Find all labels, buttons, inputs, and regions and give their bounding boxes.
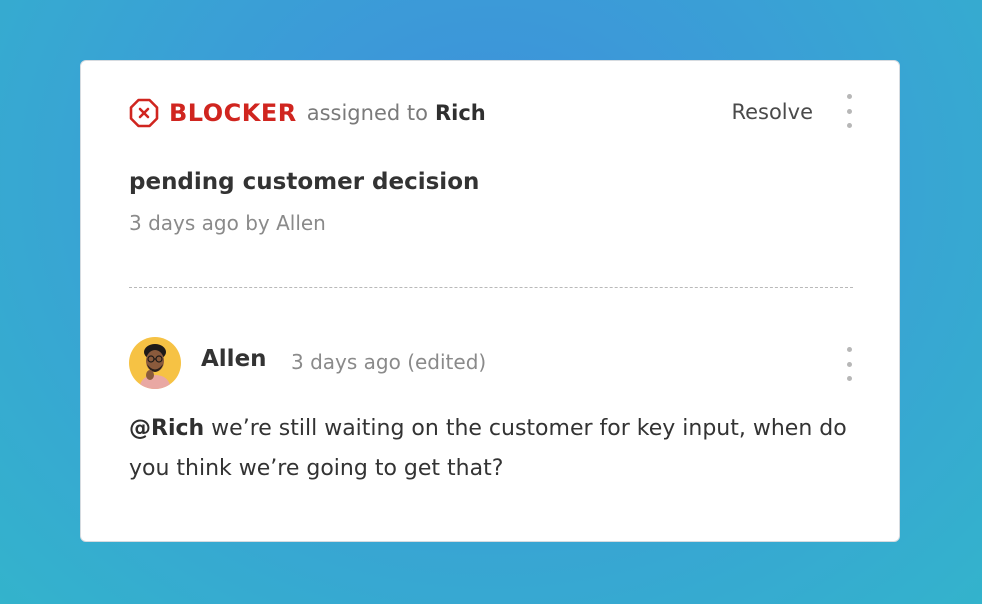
divider: [129, 287, 853, 288]
issue-title: pending customer decision: [129, 169, 480, 195]
issue-meta: 3 days ago by Allen: [129, 211, 326, 235]
mention-link[interactable]: @Rich: [129, 416, 204, 441]
avatar[interactable]: [129, 337, 181, 389]
comment-meta: 3 days ago (edited): [291, 350, 487, 374]
assignee-name[interactable]: Rich: [435, 101, 486, 125]
blocker-header: BLOCKER assigned to Rich: [129, 97, 486, 129]
blocker-card: BLOCKER assigned to Rich Resolve pending…: [80, 60, 900, 542]
blocker-icon: [129, 98, 159, 128]
more-options-icon[interactable]: [841, 94, 857, 128]
assigned-to-text: assigned to: [306, 101, 428, 125]
blocker-label: BLOCKER: [169, 99, 297, 127]
resolve-button[interactable]: Resolve: [731, 97, 813, 127]
comment-body: @Rich we’re still waiting on the custome…: [129, 409, 869, 489]
comment-more-options-icon[interactable]: [841, 347, 857, 381]
comment-text: we’re still waiting on the customer for …: [129, 416, 847, 481]
comment-author[interactable]: Allen: [201, 346, 267, 372]
